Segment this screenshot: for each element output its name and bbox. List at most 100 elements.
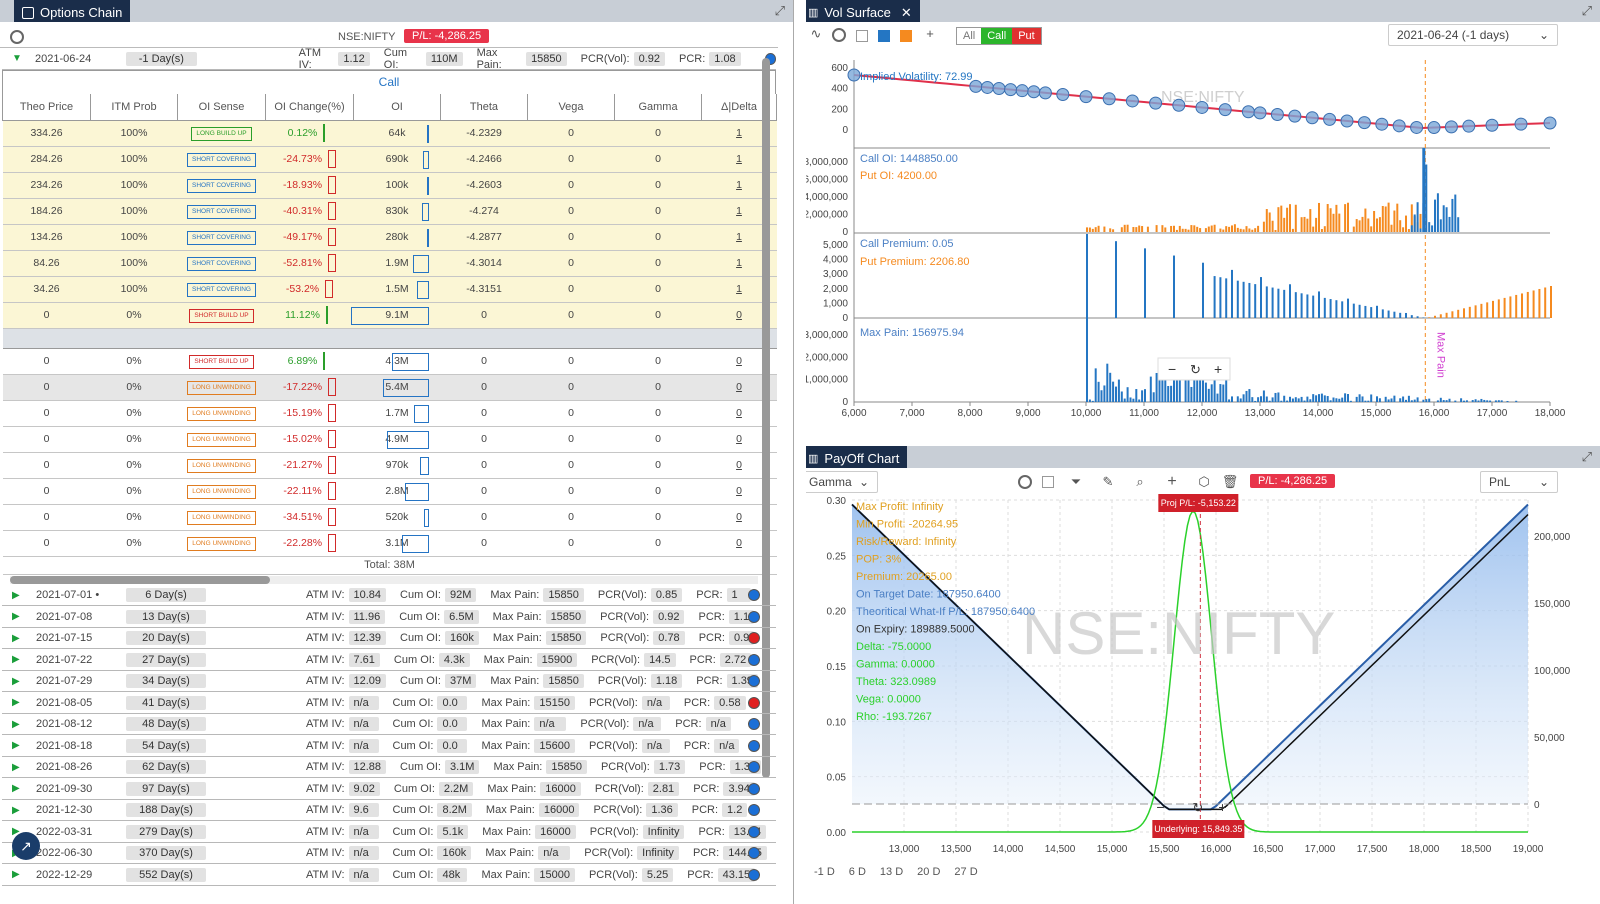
horizontal-scroll-thumb[interactable] [10, 576, 270, 584]
column-header[interactable]: OI Sense [177, 94, 266, 121]
option-row[interactable]: 134.26 100% SHORT COVERING -49.17% 280k -4.28… [2, 224, 777, 251]
expand-chevron-icon[interactable]: ▶ [12, 869, 26, 880]
iv-point[interactable] [992, 82, 1006, 96]
column-header[interactable]: Vega [527, 94, 615, 121]
chart-fab-icon[interactable]: ↗ [12, 832, 40, 860]
iv-point[interactable] [1514, 117, 1528, 131]
add-icon[interactable]: + [1162, 472, 1182, 492]
option-row[interactable]: 184.26 100% SHORT COVERING -40.31% 830k -4.27… [2, 198, 777, 225]
settings-gear-icon[interactable] [10, 30, 24, 44]
seg-put[interactable]: Put [1012, 28, 1041, 44]
option-row[interactable]: 234.26 100% SHORT COVERING -18.93% 100k -4.26… [2, 172, 777, 199]
iv-point[interactable] [1392, 119, 1406, 133]
option-row[interactable]: 0 0% LONG UNWINDING -21.27% 970k 0 0 0 0 [2, 452, 777, 479]
checkbox[interactable] [856, 30, 868, 42]
collapse-chevron-icon[interactable]: ▼ [12, 53, 25, 64]
pencil-icon[interactable]: ✎ [1098, 472, 1118, 492]
expiry-row[interactable]: ▶ 2021-08-18 54 Day(s) ATM IV: n/a Cum OI: 0.0… [2, 736, 776, 757]
seg-all[interactable]: All [957, 28, 981, 44]
expiry-row[interactable]: ▶ 2021-08-26 62 Day(s) ATM IV: 12.88 Cum OI: 3… [2, 757, 776, 778]
expand-icon[interactable]: ⤢ [1582, 3, 1592, 19]
column-header[interactable]: Gamma [614, 94, 702, 121]
day-button[interactable]: 6 D [849, 866, 866, 886]
expiry-row[interactable]: ▶ 2021-07-29 34 Day(s) ATM IV: 12.09 Cum OI: 3… [2, 671, 776, 692]
expand-chevron-icon[interactable]: ▶ [12, 676, 26, 687]
iv-point[interactable] [1375, 117, 1389, 131]
expand-chevron-icon[interactable]: ▶ [12, 611, 26, 622]
expiry-row[interactable]: ▶ 2021-12-30 188 Day(s) ATM IV: 9.6 Cum OI: 8.… [2, 800, 776, 821]
expanded-expiry-row[interactable]: ▼ 2021-06-24 -1 Day(s) ATM IV: 1.12 Cum … [2, 47, 776, 71]
trash-icon[interactable]: 🗑 [1220, 472, 1240, 492]
checkbox[interactable] [1042, 476, 1054, 488]
mode-select[interactable]: PnL ⌄ [1480, 471, 1558, 493]
expand-chevron-icon[interactable]: ▶ [12, 762, 26, 773]
reset-zoom-icon[interactable]: ↻ [1190, 362, 1201, 377]
line-chart-icon[interactable]: ∿ [806, 24, 826, 44]
iv-point[interactable] [1102, 92, 1116, 106]
expiry-row[interactable]: ▶ 2021-07-22 27 Day(s) ATM IV: 7.61 Cum OI: 4.… [2, 650, 776, 671]
zoom-controls[interactable]: − ↻ + [1157, 357, 1231, 381]
iv-point[interactable] [1462, 119, 1476, 133]
expand-chevron-icon[interactable]: ▶ [12, 590, 26, 601]
iv-point[interactable] [1357, 116, 1371, 130]
seg-call[interactable]: Call [981, 28, 1013, 44]
column-header[interactable]: ITM Prob [90, 94, 178, 121]
iv-point[interactable] [1444, 120, 1458, 134]
iv-point[interactable] [1241, 105, 1255, 119]
expiry-row[interactable]: ▶ 2021-07-15 20 Day(s) ATM IV: 12.39 Cum OI: 1… [2, 628, 776, 649]
option-row[interactable]: 34.26 100% SHORT COVERING -53.2% 1.5M -4.3151… [2, 276, 777, 303]
iv-point[interactable] [1340, 114, 1354, 128]
expand-chevron-icon[interactable]: ▶ [12, 719, 26, 730]
iv-point[interactable] [1149, 96, 1163, 110]
expiry-row[interactable]: ▶ 2021-08-05 41 Day(s) ATM IV: n/a Cum OI: 0.0… [2, 693, 776, 714]
iv-point[interactable] [1027, 85, 1041, 99]
iv-point[interactable] [1253, 106, 1267, 120]
settings-gear-icon[interactable] [832, 28, 846, 42]
option-type-toggle[interactable]: All Call Put [956, 27, 1042, 45]
iv-point[interactable] [980, 80, 994, 94]
greek-select[interactable]: Gamma ⌄ [806, 471, 878, 493]
iv-point[interactable] [1305, 111, 1319, 125]
option-row[interactable]: 84.26 100% SHORT COVERING -52.81% 1.9M -4.301… [2, 250, 777, 277]
payoff-chart[interactable]: 13,000 13,500 14,000 14,500 15,000 15,500 16,0… [806, 494, 1600, 866]
iv-point[interactable] [847, 68, 861, 82]
expiry-row[interactable]: ▶ 2021-09-30 97 Day(s) ATM IV: 9.02 Cum OI: 2.… [2, 779, 776, 800]
search-icon[interactable]: ⌕ [1130, 472, 1150, 492]
iv-point[interactable] [1270, 107, 1284, 121]
options-chain-tab[interactable]: Options Chain [14, 0, 131, 22]
iv-point[interactable] [1485, 118, 1499, 132]
iv-point[interactable] [1218, 103, 1232, 117]
option-row[interactable]: 0 0% LONG UNWINDING -22.11% 2.8M 0 0 0 0 [2, 478, 777, 505]
day-button[interactable]: 27 D [954, 866, 977, 886]
zoom-in-icon[interactable]: + [1218, 799, 1226, 815]
expand-icon[interactable]: ⤢ [1582, 449, 1592, 465]
option-row[interactable]: 0 0% LONG UNWINDING -34.51% 520k 0 0 0 0 [2, 504, 777, 531]
option-row[interactable]: 0 0% SHORT BUILD UP 11.12% 9.1M 0 0 0 0 [2, 302, 777, 329]
iv-point[interactable] [1410, 120, 1424, 134]
expand-chevron-icon[interactable]: ▶ [12, 633, 26, 644]
expiry-row[interactable]: ▶2022-06-30370 Day(s)ATM IV:n/aCum OI:16… [2, 843, 776, 864]
iv-point[interactable] [1079, 90, 1093, 104]
expiry-row[interactable]: ▶ 2021-07-08 13 Day(s) ATM IV: 11.96 Cum OI: 6… [2, 607, 776, 628]
column-header[interactable]: Theo Price [2, 94, 91, 121]
iv-point[interactable] [1172, 98, 1186, 112]
column-header[interactable]: OI Change(%) [265, 94, 354, 121]
iv-point[interactable] [1015, 84, 1029, 98]
filter-icon[interactable]: ⏷ [1066, 472, 1086, 492]
vol-surface-tab[interactable]: ▥ Vol Surface ✕ [806, 0, 920, 22]
option-row[interactable]: 0 0% LONG UNWINDING -15.19% 1.7M 0 0 0 0 [2, 400, 777, 427]
day-button[interactable]: -1 D [814, 866, 835, 886]
close-icon[interactable]: ✕ [901, 5, 912, 21]
iv-point[interactable] [1323, 112, 1337, 126]
expiry-row[interactable]: ▶ 2021-08-12 48 Day(s) ATM IV: n/a Cum OI: 0.0… [2, 714, 776, 735]
option-row[interactable]: 0 0% LONG UNWINDING -22.28% 3.1M 0 0 0 0 [2, 530, 777, 557]
option-row[interactable]: 334.26 100% LONG BUILD UP 0.12% 64k -4.2329 0 0… [2, 120, 777, 147]
column-header[interactable]: Theta [440, 94, 528, 121]
expand-chevron-icon[interactable]: ▶ [12, 697, 26, 708]
expand-icon[interactable]: ⤢ [775, 3, 785, 19]
reset-zoom-icon[interactable]: ↻ [1192, 800, 1203, 815]
payoff-tab[interactable]: ▥ PayOff Chart [806, 446, 908, 468]
expiry-select[interactable]: 2021-06-24 (-1 days) ⌄ [1388, 24, 1558, 46]
iv-point[interactable] [1056, 87, 1070, 101]
add-icon[interactable]: + [920, 24, 940, 44]
